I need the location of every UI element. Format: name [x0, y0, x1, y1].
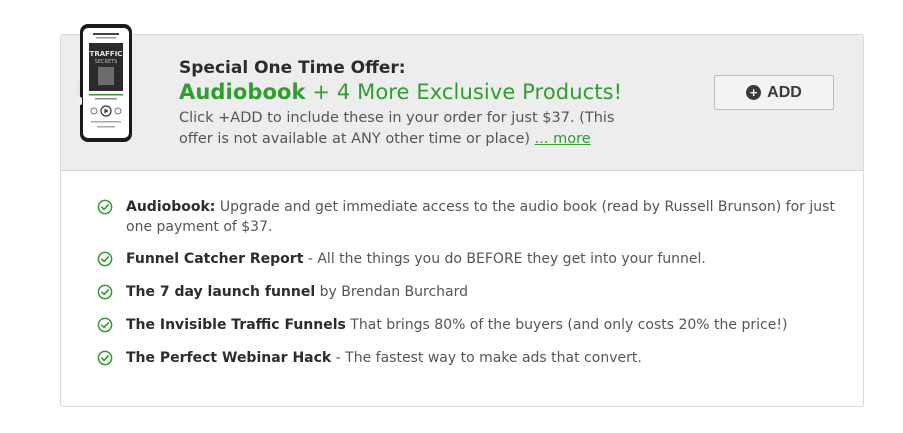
- benefit-content: Audiobook: Upgrade and get immediate acc…: [126, 197, 837, 237]
- benefit-content: Funnel Catcher Report - All the things y…: [126, 249, 706, 269]
- check-circle-icon: [97, 350, 113, 366]
- offer-headline-rest: + 4 More Exclusive Products!: [305, 80, 623, 104]
- benefit-content: The Invisible Traffic Funnels That bring…: [126, 315, 787, 335]
- order-bump-card: TRAFFIC SECRETS Special One Time Offer: …: [60, 24, 864, 407]
- benefit-item: The Invisible Traffic Funnels That bring…: [97, 315, 837, 335]
- benefit-text: - The fastest way to make ads that conve…: [331, 350, 642, 366]
- benefit-item: Audiobook: Upgrade and get immediate acc…: [97, 197, 837, 237]
- benefit-content: The Perfect Webinar Hack - The fastest w…: [126, 348, 642, 368]
- offer-headline: Audiobook + 4 More Exclusive Products!: [179, 79, 659, 105]
- check-circle-icon: [97, 251, 113, 267]
- add-button[interactable]: + ADD: [714, 75, 834, 110]
- benefits-list: Audiobook: Upgrade and get immediate acc…: [97, 197, 837, 381]
- benefit-text: Upgrade and get immediate access to the …: [126, 199, 835, 235]
- check-circle-icon: [97, 199, 113, 215]
- check-circle-icon: [97, 317, 113, 333]
- benefit-name: Funnel Catcher Report: [126, 251, 304, 267]
- benefit-item: The 7 day launch funnel by Brendan Burch…: [97, 282, 837, 302]
- benefit-name: The 7 day launch funnel: [126, 284, 316, 300]
- benefit-text: by Brendan Burchard: [315, 284, 469, 300]
- audiobook-phone-image: TRAFFIC SECRETS: [77, 23, 137, 145]
- offer-header: TRAFFIC SECRETS Special One Time Offer: …: [61, 24, 863, 171]
- benefit-item: Funnel Catcher Report - All the things y…: [97, 249, 837, 269]
- benefit-name: Audiobook:: [126, 199, 216, 215]
- offer-text-block: Special One Time Offer: Audiobook + 4 Mo…: [179, 57, 659, 150]
- check-circle-icon: [97, 284, 113, 300]
- cover-title-text: TRAFFIC: [90, 50, 123, 58]
- offer-description: Click +ADD to include these in your orde…: [179, 108, 649, 150]
- offer-title: Special One Time Offer:: [179, 58, 406, 78]
- benefit-text: - All the things you do BEFORE they get …: [303, 251, 706, 267]
- plus-circle-icon: +: [746, 85, 762, 100]
- benefit-text: That brings 80% of the buyers (and only …: [345, 317, 788, 333]
- cover-subtitle-text: SECRETS: [95, 59, 118, 65]
- more-link[interactable]: ... more: [535, 131, 591, 147]
- benefit-content: The 7 day launch funnel by Brendan Burch…: [126, 282, 468, 302]
- benefit-name: The Invisible Traffic Funnels: [126, 317, 346, 333]
- offer-headline-bold: Audiobook: [179, 80, 306, 104]
- add-button-label: ADD: [767, 83, 802, 101]
- benefit-name: The Perfect Webinar Hack: [126, 350, 332, 366]
- benefit-item: The Perfect Webinar Hack - The fastest w…: [97, 348, 837, 368]
